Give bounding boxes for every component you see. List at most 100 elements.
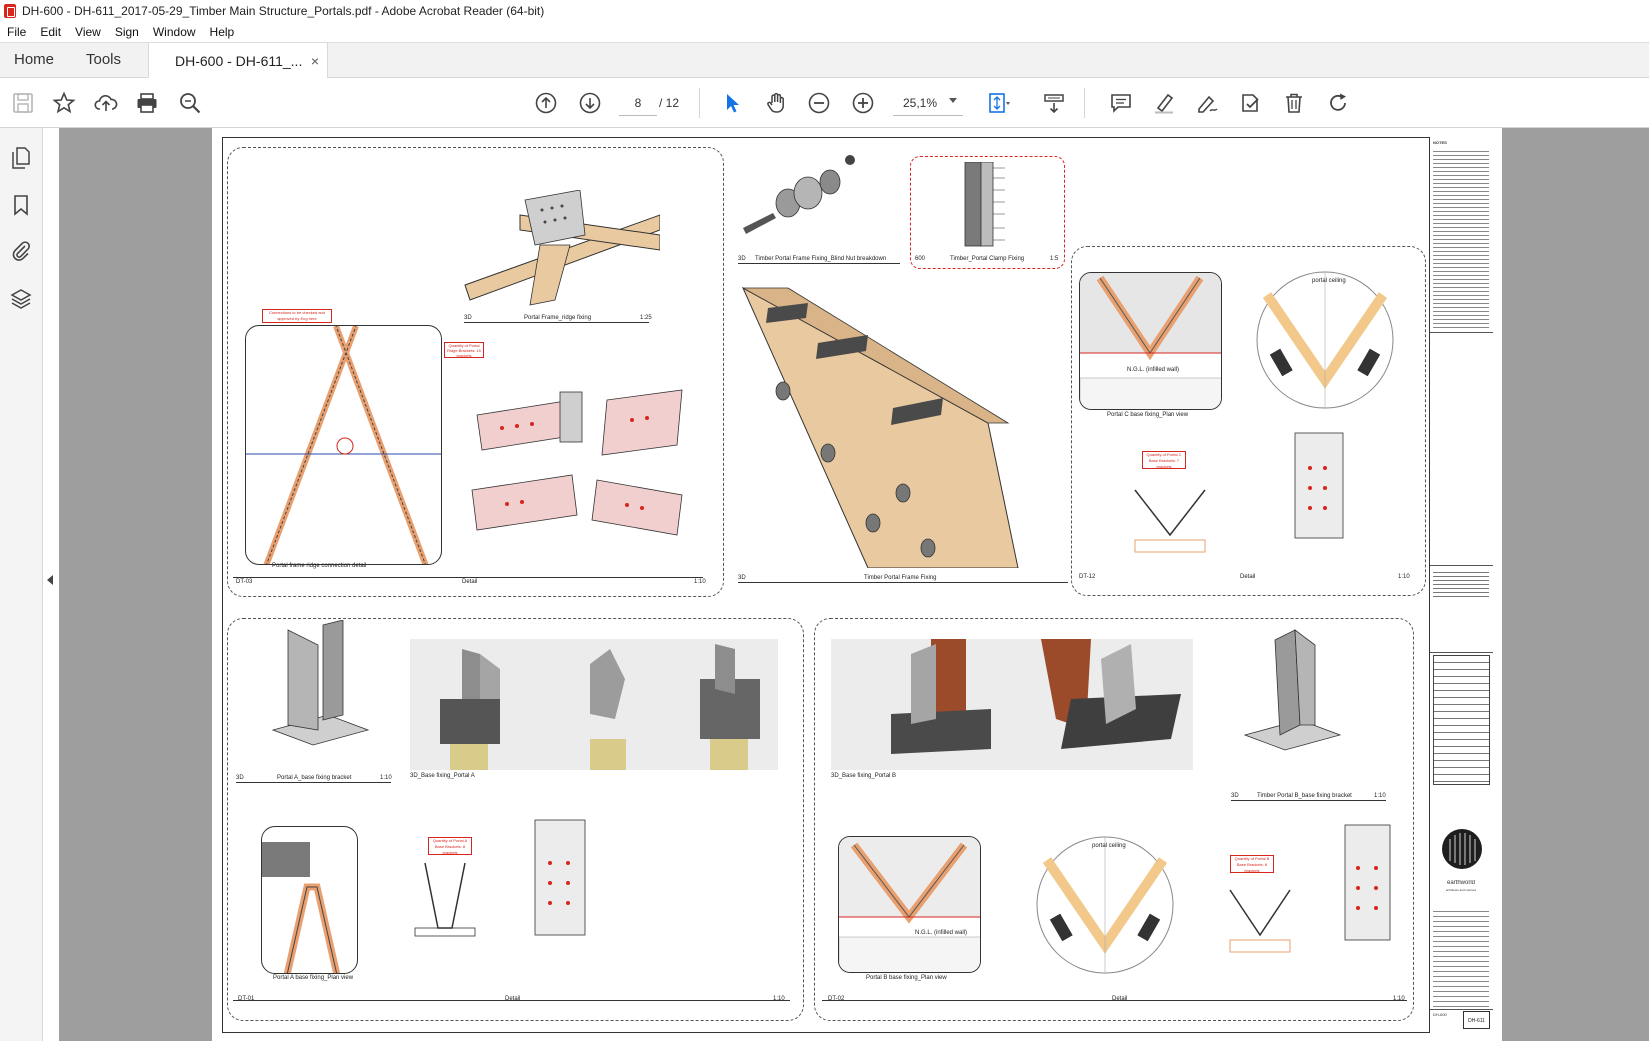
find-zoom-icon[interactable]: [177, 90, 203, 116]
panel4-footer-id: DT-01: [238, 996, 255, 1002]
panel5-footer-title: Detail: [1112, 996, 1128, 1002]
portal-c-section-circle: [1256, 271, 1394, 409]
toolbar: 8 / 12 25,1%: [0, 78, 1649, 128]
caption-prefix: 3D: [464, 315, 472, 321]
portal-b-plan-viewport: [838, 836, 981, 973]
portal-b-bracket-3d: [1243, 629, 1342, 751]
zoom-level-value: 25,1%: [903, 95, 938, 110]
select-cursor-icon[interactable]: [719, 90, 745, 116]
zoom-level-select[interactable]: 25,1%: [893, 90, 963, 116]
caption-portal-b-plan: Portal B base fixing_Plan view: [866, 975, 947, 981]
blind-nut-breakdown-drawing: [743, 155, 855, 234]
attachments-paperclip-icon[interactable]: [9, 239, 33, 263]
layers-icon[interactable]: [9, 286, 33, 310]
caption-scale: 1:25: [640, 315, 652, 321]
sheet-number: DH-611: [1463, 1011, 1490, 1029]
titleblock-divider: [1430, 565, 1493, 566]
document-background-right: [1502, 128, 1649, 1041]
next-page-icon[interactable]: [577, 90, 603, 116]
ridge-3d-drawing: [464, 190, 660, 306]
panel3-footer-id: DT-12: [1079, 574, 1096, 580]
menu-bar: File Edit View Sign Window Help: [0, 21, 1649, 42]
zoom-out-icon[interactable]: [806, 90, 832, 116]
caption-scale: 1:10: [1374, 793, 1386, 799]
portal-b-column-section: [1344, 824, 1391, 941]
caption-underline: [464, 322, 649, 323]
portal-a-bracket-elevation: [414, 862, 476, 937]
caption-portal-a-render: 3D_Base fixing_Portal A: [410, 773, 475, 779]
title-bar: DH-600 - DH-611_2017-05-29_Timber Main S…: [0, 0, 1649, 21]
panel2-footer-title: Timber Portal Frame Fixing: [864, 575, 937, 581]
caption-portal-a-bracket: Portal A_base fixing bracket: [277, 775, 352, 781]
caption-ridge-plan: Portal frame ridge connection detail: [272, 563, 367, 569]
page-thumbnails-icon[interactable]: [9, 146, 33, 170]
toolbar-divider: [699, 88, 700, 118]
collapse-pane-arrow-icon[interactable]: [47, 575, 53, 585]
clamp-fixing-drawing: [964, 162, 1005, 247]
portal-c-plan-viewport: [1079, 272, 1222, 410]
hand-tool-icon[interactable]: [763, 90, 789, 116]
caption-portal-b-bracket: Timber Portal B_base fixing bracket: [1257, 793, 1352, 799]
note-portal-b-quantity: Quantity of Portal B Base Brackets: 8 br…: [1230, 855, 1274, 873]
fit-page-icon[interactable]: [985, 90, 1011, 116]
caption-prefix: 3D: [236, 775, 244, 781]
scroll-mode-icon[interactable]: [1041, 90, 1067, 116]
titleblock-header: NOTES: [1433, 141, 1447, 145]
titleblock-divider: [1430, 1009, 1493, 1010]
zoom-in-icon[interactable]: [850, 90, 876, 116]
caption-portal-a-plan: Portal A base fixing_Plan view: [273, 975, 354, 981]
tab-tools[interactable]: Tools: [86, 51, 121, 68]
window-title: DH-600 - DH-611_2017-05-29_Timber Main S…: [22, 3, 545, 18]
titleblock-schedule-table: [1433, 655, 1490, 785]
menu-sign[interactable]: Sign: [108, 25, 146, 39]
titleblock-project-info: [1433, 907, 1489, 1007]
ridge-plan-viewport: [245, 325, 442, 565]
note-portal-a-quantity: Quantity of Portal A Base Brackets: 8 br…: [428, 837, 472, 855]
tab-home[interactable]: Home: [14, 51, 54, 68]
panel1-footer-scale: 1:10: [694, 579, 706, 585]
portal-b-bracket-elevation: [1229, 889, 1291, 953]
menu-edit[interactable]: Edit: [33, 25, 68, 39]
tab-bar: Home Tools DH-600 - DH-611_... ×: [0, 42, 1649, 79]
tab-document[interactable]: DH-600 - DH-611_... ×: [148, 43, 328, 79]
previous-page-icon[interactable]: [533, 90, 559, 116]
panel4-footer-scale: 1:10: [773, 996, 785, 1002]
caption-scale: 1:5: [1050, 256, 1059, 262]
company-name: earthworld: [1446, 880, 1475, 886]
label-ngl: N.G.L. (infilled wall): [915, 930, 968, 936]
portal-a-plan-viewport: [261, 826, 358, 974]
bookmarks-icon[interactable]: [9, 193, 33, 217]
menu-file[interactable]: File: [0, 25, 33, 39]
caption-underline: [236, 782, 391, 783]
caption-portal-c-plan: Portal C base fixing_Plan view: [1107, 412, 1189, 418]
save-icon[interactable]: [10, 90, 36, 116]
comment-icon[interactable]: [1108, 90, 1134, 116]
delete-trash-icon[interactable]: [1281, 90, 1307, 116]
caption-clamp: Timber_Portal Clamp Fixing: [950, 256, 1025, 262]
menu-view[interactable]: View: [68, 25, 108, 39]
earthworld-logo: [1442, 829, 1482, 869]
upload-cloud-icon[interactable]: [93, 90, 119, 116]
stamp-icon[interactable]: [1237, 90, 1263, 116]
caption-portal-b-render: 3D_Base fixing_Portal B: [831, 773, 897, 779]
document-background-left: [59, 128, 212, 1041]
page-number-input[interactable]: 8: [619, 90, 657, 116]
note-portal-c-quantity: Quantity of Portal C Base Brackets: 7 br…: [1142, 451, 1186, 469]
highlight-pen-icon[interactable]: [1151, 90, 1177, 116]
caption-prefix: 3D: [738, 256, 746, 262]
close-tab-icon[interactable]: ×: [311, 53, 319, 69]
menu-window[interactable]: Window: [146, 25, 203, 39]
chevron-down-icon: [949, 98, 957, 103]
menu-help[interactable]: Help: [203, 25, 242, 39]
print-icon[interactable]: [134, 90, 160, 116]
portal-c-bracket-elevation: [1134, 489, 1206, 553]
portal-b-render: [831, 639, 1193, 770]
company-tagline: architects and interiors: [1445, 888, 1477, 892]
bookmark-star-icon[interactable]: [51, 90, 77, 116]
panel1-footer-id: DT-03: [236, 579, 253, 585]
caption-underline: [738, 263, 900, 264]
sign-pen-icon[interactable]: [1194, 90, 1220, 116]
portal-a-bracket-3d: [271, 620, 370, 746]
rotate-icon[interactable]: [1325, 90, 1351, 116]
titleblock-notes-text: [1433, 149, 1489, 329]
